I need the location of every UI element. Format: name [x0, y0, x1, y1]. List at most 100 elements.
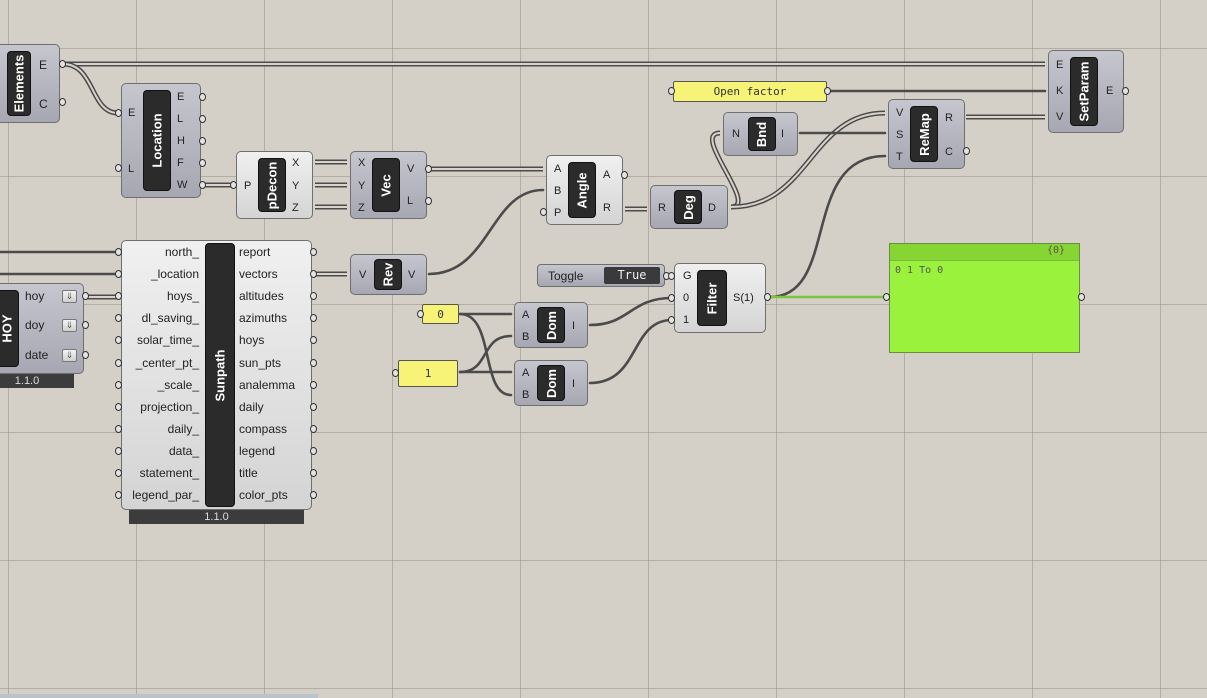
panel-zero[interactable]: 0	[422, 304, 459, 324]
location-grip-in-l[interactable]	[115, 164, 122, 172]
setparam-grip-e[interactable]	[1122, 87, 1129, 95]
sunpath-input-grip-9[interactable]	[115, 446, 122, 455]
sunpath-input-grip-5[interactable]	[115, 358, 122, 367]
pdecon-out-y: Y	[292, 180, 300, 192]
angle-band: Angle	[568, 162, 596, 218]
angle-out-r: R	[603, 202, 611, 214]
sunpath-output-4: hoys	[239, 333, 265, 348]
sunpath-input-7: projection_	[140, 399, 199, 414]
filter-in-0: 0	[683, 292, 690, 304]
dom1-component[interactable]: Dom A B I	[514, 302, 588, 348]
sunpath-output-grip-10[interactable]	[310, 469, 317, 477]
pdecon-component[interactable]: pDecon P X Y Z	[236, 151, 313, 219]
angle-in-p: P	[554, 207, 562, 219]
filter-grip-in-0[interactable]	[668, 294, 675, 302]
pdecon-grip-p[interactable]	[230, 181, 237, 189]
remap-band: ReMap	[910, 106, 938, 162]
sunpath-input-grip-8[interactable]	[115, 424, 122, 433]
setparam-out-e: E	[1106, 85, 1114, 97]
rev-band: Rev	[374, 259, 402, 290]
elements-band: Elements	[7, 51, 31, 116]
data-viewer-panel[interactable]: {0} 0 1 To 0	[889, 243, 1080, 353]
sunpath-input-4: solar_time_	[136, 333, 199, 348]
open-factor-grip-in[interactable]	[668, 87, 675, 95]
sunpath-output-7: daily	[239, 399, 264, 414]
remap-grip-c[interactable]	[963, 147, 970, 155]
sunpath-input-grip-6[interactable]	[115, 380, 122, 389]
sunpath-output-grip-0[interactable]	[310, 248, 317, 256]
data-viewer-grip-in[interactable]	[883, 293, 890, 301]
vec-grip-v[interactable]	[425, 165, 432, 173]
dom1-band: Dom	[537, 307, 565, 343]
filter-grip-out[interactable]	[764, 293, 771, 301]
hoy-out-date: date	[25, 348, 49, 362]
filter-grip-in-1[interactable]	[668, 316, 675, 324]
elements-grip-c[interactable]	[59, 98, 66, 106]
hoy-date-download-icon[interactable]: ⇓	[62, 349, 77, 362]
sunpath-input-6: _scale_	[157, 377, 199, 392]
sunpath-version: 1.1.0	[129, 510, 304, 524]
location-grip-out-l[interactable]	[199, 115, 206, 123]
vec-band: Vec	[372, 158, 400, 212]
remap-in-s: S	[896, 129, 904, 141]
location-grip-out-f[interactable]	[199, 159, 206, 167]
sunpath-output-11: color_pts	[239, 488, 288, 503]
remap-component[interactable]: ReMap V S T R C	[888, 99, 965, 169]
grasshopper-canvas[interactable]: Elements E C Location E L E L H F W pDec…	[0, 0, 1207, 698]
sunpath-output-grip-5[interactable]	[310, 358, 317, 367]
sunpath-input-3: dl_saving_	[141, 311, 199, 326]
angle-component[interactable]: Angle A B P A R	[546, 155, 623, 225]
location-component[interactable]: Location E L E L H F W	[121, 83, 201, 198]
sunpath-input-grip-0[interactable]	[115, 248, 122, 256]
sunpath-input-grip-10[interactable]	[115, 469, 122, 477]
sunpath-output-grip-9[interactable]	[310, 446, 317, 455]
setparam-component[interactable]: SetParam E K V E	[1048, 50, 1124, 133]
bnd-component[interactable]: Bnd N I	[723, 112, 798, 156]
panel-one-grip[interactable]	[392, 369, 399, 377]
bnd-out-i: I	[781, 128, 785, 140]
deg-component[interactable]: Deg R D	[650, 185, 728, 229]
hoy-grip-date[interactable]	[82, 351, 89, 359]
angle-grip-a[interactable]	[621, 171, 628, 179]
setparam-in-k: K	[1056, 85, 1064, 97]
rev-component[interactable]: Rev V V	[350, 254, 427, 295]
toggle-component[interactable]: Toggle True	[537, 264, 665, 287]
location-out-l: L	[177, 113, 184, 125]
hoy-grip-hoy[interactable]	[82, 292, 89, 300]
sunpath-output-grip-6[interactable]	[310, 380, 317, 389]
location-grip-out-w[interactable]	[199, 181, 206, 189]
data-viewer-grip-out[interactable]	[1078, 293, 1085, 301]
filter-component[interactable]: Filter G 0 1 S(1)	[674, 263, 766, 333]
location-grip-in-e[interactable]	[115, 109, 122, 117]
elements-grip-e[interactable]	[59, 60, 66, 68]
panel-one[interactable]: 1	[398, 360, 458, 387]
vec-in-x: X	[358, 157, 366, 169]
sunpath-output-0: report	[239, 245, 271, 259]
vec-grip-l[interactable]	[425, 197, 432, 205]
dom2-component[interactable]: Dom A B I	[514, 360, 588, 406]
filter-grip-in-g[interactable]	[668, 272, 675, 280]
sunpath-output-5: sun_pts	[239, 355, 282, 370]
panel-zero-grip[interactable]	[417, 310, 424, 318]
hoy-version: 1.1.0	[0, 374, 74, 388]
location-grip-out-e[interactable]	[199, 93, 206, 101]
data-viewer-path: {0}	[1046, 245, 1065, 256]
hoy-grip-doy[interactable]	[82, 321, 89, 329]
location-grip-out-h[interactable]	[199, 137, 206, 145]
sunpath-input-grip-7[interactable]	[115, 402, 122, 411]
angle-grip-p[interactable]	[540, 208, 547, 216]
open-factor-panel[interactable]: Open factor	[673, 81, 827, 102]
sunpath-output-grip-7[interactable]	[310, 402, 317, 411]
sunpath-output-grip-8[interactable]	[310, 424, 317, 433]
elements-component[interactable]: Elements E C	[0, 44, 60, 123]
vec-component[interactable]: Vec X Y Z V L	[350, 151, 427, 219]
open-factor-grip-out[interactable]	[824, 87, 831, 95]
hoy-hoy-download-icon[interactable]: ⇓	[62, 290, 77, 303]
sunpath-input-8: daily_	[167, 421, 199, 436]
hoy-doy-download-icon[interactable]: ⇓	[62, 319, 77, 332]
hoy-component[interactable]: HOY hoy doy date ⇓ ⇓ ⇓	[0, 283, 84, 374]
remap-in-t: T	[896, 151, 903, 163]
sunpath-band: Sunpath	[205, 243, 235, 507]
elements-out-e: E	[39, 58, 48, 72]
toggle-value[interactable]: True	[604, 267, 660, 284]
